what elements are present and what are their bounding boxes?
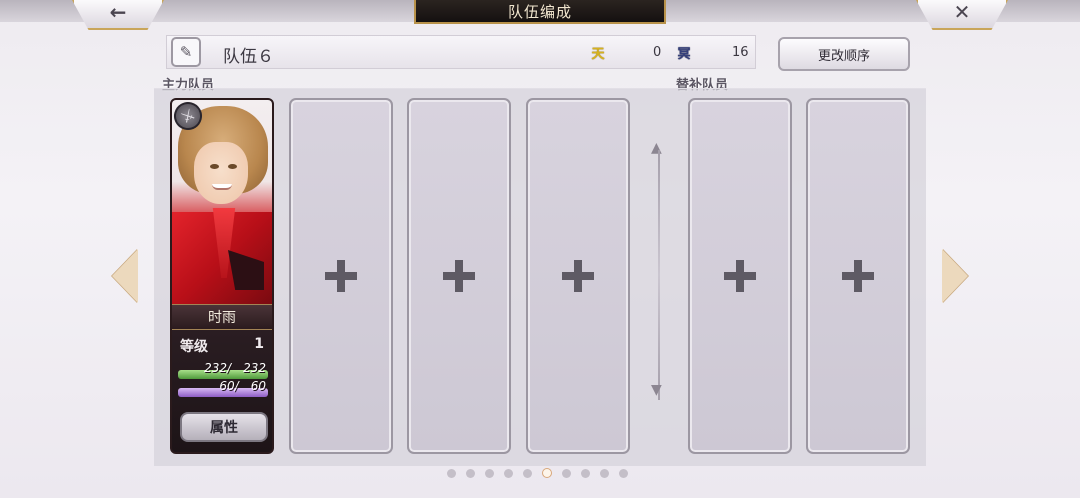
page-dot[interactable] <box>581 469 590 478</box>
prev-team-button[interactable] <box>110 248 140 304</box>
page-dot[interactable] <box>619 469 628 478</box>
heaven-icon: 天 <box>591 46 605 62</box>
plus-icon <box>325 260 357 292</box>
edit-team-name-button[interactable]: ✎ <box>171 37 201 67</box>
back-button[interactable]: ← <box>72 0 164 30</box>
plus-icon <box>443 260 475 292</box>
page-dot[interactable] <box>562 469 571 478</box>
character-name: 时雨 <box>172 304 272 330</box>
level-label: 等级 <box>180 339 208 355</box>
page-dot[interactable] <box>600 469 609 478</box>
underworld-count: 16 <box>732 45 749 60</box>
underworld-icon: 冥 <box>677 46 691 62</box>
page-dot[interactable] <box>485 469 494 478</box>
character-portrait <box>172 100 272 304</box>
change-order-button[interactable]: 更改顺序 <box>778 37 910 71</box>
page-dot[interactable] <box>447 469 456 478</box>
page-dot[interactable] <box>542 468 552 478</box>
team-info-bar: ✎ 队伍６ 天 0 冥 16 <box>166 35 756 69</box>
level-value: 1 <box>254 336 264 352</box>
empty-main-slot-4[interactable] <box>526 98 630 454</box>
section-divider <box>658 150 660 400</box>
heaven-count: 0 <box>653 45 662 60</box>
page-indicator <box>447 468 628 478</box>
hp-text: 232/ 232 <box>204 361 266 375</box>
chevron-left-icon <box>112 249 138 303</box>
mp-text: 60/ 60 <box>219 379 266 393</box>
close-icon: ✕ <box>953 0 971 24</box>
back-arrow-icon: ← <box>109 0 127 24</box>
next-team-button[interactable] <box>940 248 970 304</box>
close-button[interactable]: ✕ <box>916 0 1008 30</box>
pencil-icon: ✎ <box>179 43 193 61</box>
attributes-button[interactable]: 属性 <box>180 412 268 442</box>
page-title: 队伍编成 <box>414 0 666 24</box>
chevron-right-icon <box>942 249 968 303</box>
character-stats: 等级 1 232/ 232 60/ 60 属性 <box>172 330 272 452</box>
empty-main-slot-3[interactable] <box>407 98 511 454</box>
empty-sub-slot-2[interactable] <box>806 98 910 454</box>
character-card[interactable]: ⚔ 时雨 等级 1 232/ 232 60/ 60 属性 <box>170 98 274 454</box>
plus-icon <box>562 260 594 292</box>
divider-arrow-down-icon: ▼ <box>651 382 662 398</box>
team-name: 队伍６ <box>223 47 274 67</box>
page-dot[interactable] <box>466 469 475 478</box>
empty-main-slot-2[interactable] <box>289 98 393 454</box>
page-dot[interactable] <box>523 469 532 478</box>
plus-icon <box>724 260 756 292</box>
divider-arrow-up-icon: ▲ <box>651 140 662 156</box>
plus-icon <box>842 260 874 292</box>
empty-sub-slot-1[interactable] <box>688 98 792 454</box>
page-dot[interactable] <box>504 469 513 478</box>
